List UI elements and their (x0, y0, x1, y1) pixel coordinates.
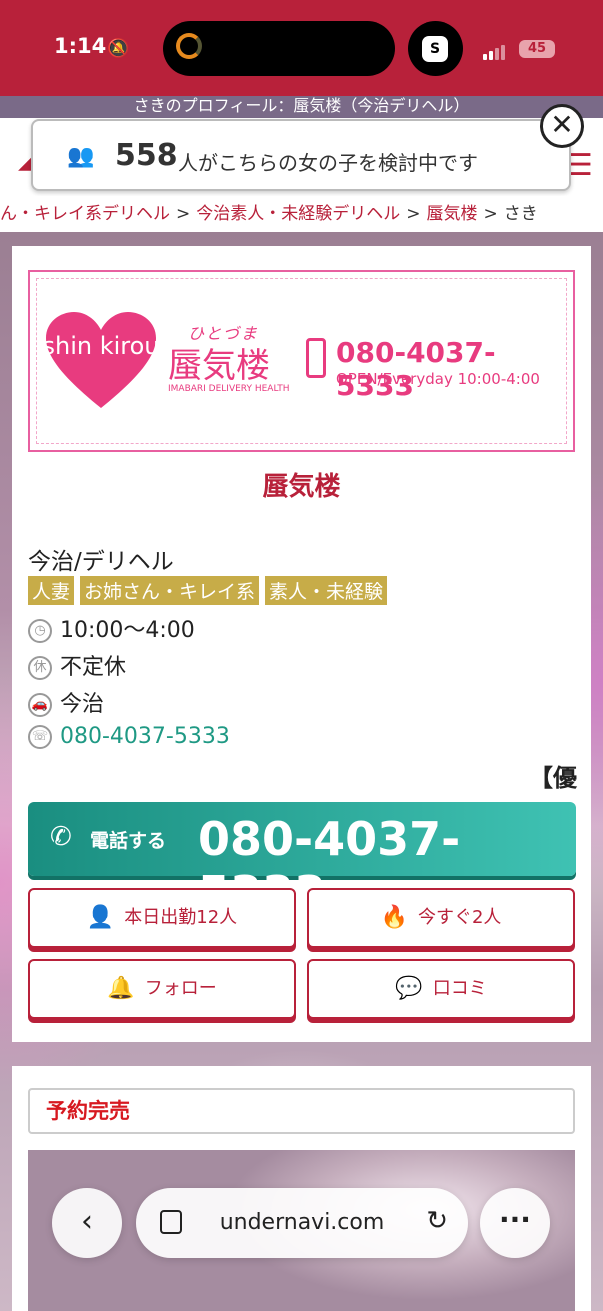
address-bar[interactable]: undernavi.com ↻ (136, 1188, 468, 1258)
phone-handset-icon: ✆ (50, 822, 72, 852)
back-chevron-icon[interactable]: ‹ (52, 1188, 122, 1258)
banner-subtitle: IMABARI DELIVERY HEALTH (168, 384, 290, 394)
shop-name[interactable]: 蜃気楼 (12, 466, 591, 503)
status-bar: 1:14 🔕 S 45 (0, 0, 603, 96)
viewer-count: 558 (115, 138, 178, 173)
phone-row: ☏ 080-4037-5333 (28, 724, 230, 749)
banner-hours: OPEN/Everyday 10:00-4:00 (336, 370, 540, 388)
app-icon: S (422, 36, 448, 62)
people-icon: 👥 (67, 144, 95, 169)
call-button[interactable]: ✆ 電話する 080-4037-5333 (28, 802, 576, 920)
mobile-phone-icon (306, 338, 326, 378)
clock-icon: ◷ (28, 619, 52, 643)
hours-row: ◷ 10:00〜4:00 (28, 612, 195, 644)
location-value: 今治 (60, 692, 105, 717)
woman-icon: 👤 (86, 905, 115, 930)
breadcrumb-separator: > (176, 204, 191, 224)
breadcrumb-current: さき (503, 204, 538, 224)
shop-banner[interactable]: shin kirou ひとづま 蜃気楼 IMABARI DELIVERY HEA… (28, 270, 575, 452)
holiday-icon: 休 (28, 656, 52, 680)
clock: 1:14 (54, 34, 107, 58)
area-genre: 今治/デリヘル (28, 549, 174, 575)
tag-badge[interactable]: お姉さん・キレイ系 (80, 576, 260, 605)
bell-plus-icon: 🔔 (107, 976, 135, 1001)
follow-label: フォロー (144, 978, 217, 999)
review-label: 口コミ (432, 978, 487, 999)
hours-value: 10:00〜4:00 (60, 618, 195, 643)
banner-shop-name: 蜃気楼 (168, 346, 270, 386)
breadcrumb-separator: > (406, 204, 421, 224)
chat-bubble-icon: 💬 (395, 976, 423, 1001)
live-activity: S (408, 21, 463, 76)
more-icon[interactable]: ··· (480, 1188, 550, 1258)
reload-icon[interactable]: ↻ (426, 1206, 448, 1236)
car-icon: 🚗 (28, 693, 52, 717)
tag-badge[interactable]: 素人・未経験 (265, 576, 388, 605)
reservation-status: 予約完売 (28, 1088, 575, 1134)
shop-note: 【優 (529, 764, 577, 792)
activity-ring-icon (176, 33, 202, 59)
viewer-notice: 👥 558 人がこちらの女の子を検討中です (31, 119, 571, 191)
banner-phone: 080-4037-5333 (336, 336, 496, 402)
holiday-value: 不定休 (60, 655, 127, 680)
call-label: 電話する (90, 830, 167, 852)
review-button[interactable]: 💬 口コミ (307, 959, 575, 1019)
follow-button[interactable]: 🔔 フォロー (28, 959, 296, 1019)
phone-link[interactable]: 080-4037-5333 (60, 724, 230, 749)
viewer-text: 人がこちらの女の子を検討中です (178, 151, 478, 175)
logo-text: shin kirou (46, 332, 156, 360)
heart-logo-icon: shin kirou (46, 312, 156, 408)
now-label: 今すぐ2人 (417, 907, 502, 928)
breadcrumb-separator: > (483, 204, 498, 224)
tag-badge[interactable]: 人妻 (28, 576, 75, 605)
today-attendance-button[interactable]: 👤 本日出勤12人 (28, 888, 296, 948)
tag-list: 人妻 お姉さん・キレイ系 素人・未経験 (28, 576, 393, 605)
breadcrumb-item[interactable]: ん・キレイ系デリヘル (0, 204, 170, 224)
today-label: 本日出勤12人 (124, 907, 238, 928)
available-now-button[interactable]: 🔥 今すぐ2人 (307, 888, 575, 948)
breadcrumb: ん・キレイ系デリヘル > 今治素人・未経験デリヘル > 蜃気楼 > さき (0, 196, 603, 232)
shop-card: shin kirou ひとづま 蜃気楼 IMABARI DELIVERY HEA… (12, 246, 591, 1042)
holiday-row: 休不定休 (28, 649, 126, 681)
phone-icon: ☏ (28, 725, 52, 749)
signal-icon (483, 41, 507, 60)
battery-icon: 45 (519, 40, 555, 58)
silent-bell-icon: 🔕 (107, 38, 130, 59)
breadcrumb-item[interactable]: 蜃気楼 (427, 204, 478, 224)
close-icon[interactable]: ✕ (540, 104, 584, 148)
breadcrumb-item[interactable]: 今治素人・未経験デリヘル (196, 204, 400, 224)
location-row: 🚗 今治 (28, 686, 104, 718)
page-title: さきのプロフィール：蜃気楼（今治デリヘル） (133, 96, 470, 115)
url-text: undernavi.com (219, 1210, 385, 1235)
flame-icon: 🔥 (380, 905, 408, 930)
